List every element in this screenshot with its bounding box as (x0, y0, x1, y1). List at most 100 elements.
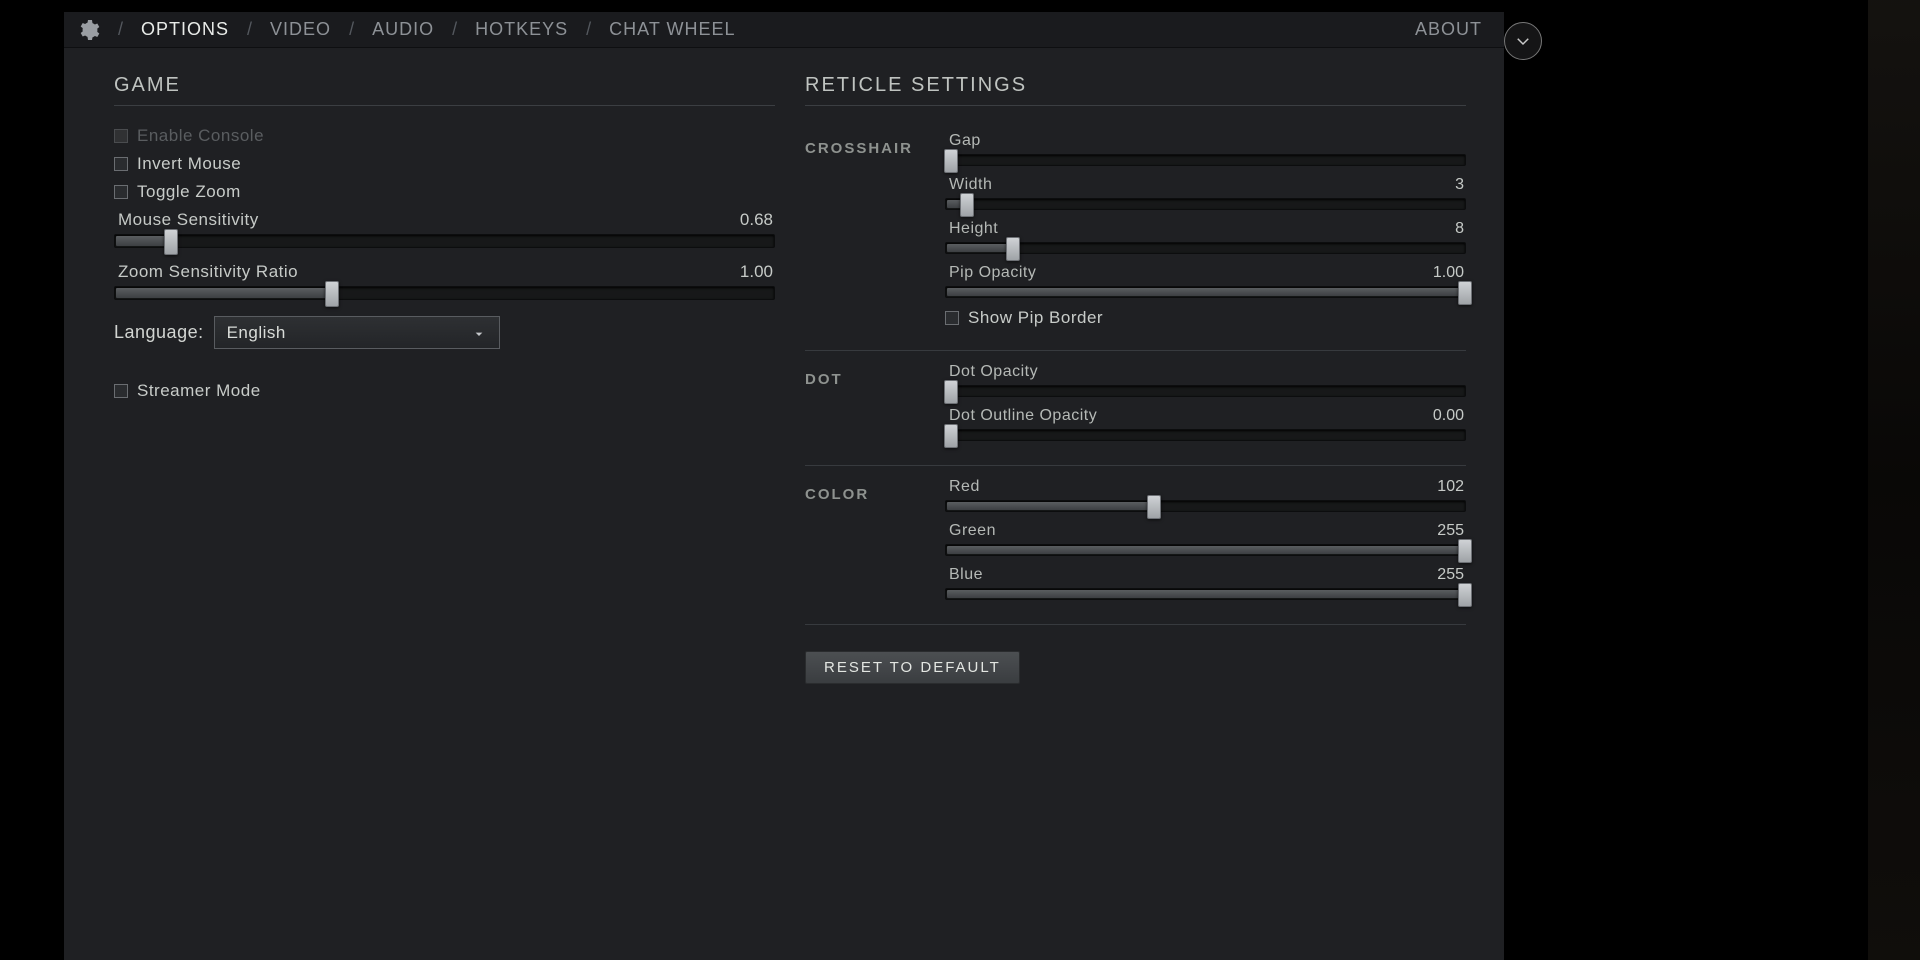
color-group: COLOR Red 102 Green (805, 472, 1466, 625)
tab-video[interactable]: VIDEO (258, 19, 343, 40)
height-slider[interactable]: Height 8 (945, 220, 1466, 254)
slider-value: 0.00 (1433, 407, 1464, 425)
slider-label: Dot Outline Opacity (949, 407, 1097, 425)
background-right-strip (1868, 0, 1920, 960)
tab-about[interactable]: ABOUT (1403, 19, 1494, 40)
reticle-column: RETICLE SETTINGS CROSSHAIR Gap (805, 74, 1466, 684)
show-pip-border-checkbox[interactable]: Show Pip Border (945, 308, 1466, 328)
reticle-section-title: RETICLE SETTINGS (805, 74, 1466, 106)
tab-divider: / (343, 19, 360, 40)
toggle-zoom-checkbox[interactable]: Toggle Zoom (114, 182, 775, 202)
settings-panel: / OPTIONS / VIDEO / AUDIO / HOTKEYS / CH… (64, 12, 1504, 960)
tab-divider: / (241, 19, 258, 40)
slider-thumb[interactable] (1458, 539, 1472, 563)
slider-value: 1.00 (1433, 264, 1464, 282)
checkbox-label: Streamer Mode (137, 381, 261, 401)
slider-track[interactable] (945, 242, 1466, 254)
slider-value: 255 (1437, 522, 1464, 540)
checkbox-label: Invert Mouse (137, 154, 241, 174)
invert-mouse-checkbox[interactable]: Invert Mouse (114, 154, 775, 174)
language-row: Language: English (114, 316, 775, 349)
streamer-mode-checkbox[interactable]: Streamer Mode (114, 381, 775, 401)
slider-track[interactable] (945, 500, 1466, 512)
slider-fill (947, 546, 1466, 554)
content-area: GAME Enable Console Invert Mouse Toggle … (64, 48, 1504, 684)
gap-slider[interactable]: Gap (945, 132, 1466, 166)
slider-label: Blue (949, 566, 983, 584)
top-bar: / OPTIONS / VIDEO / AUDIO / HOTKEYS / CH… (64, 12, 1504, 48)
enable-console-checkbox: Enable Console (114, 126, 775, 146)
pip-opacity-slider[interactable]: Pip Opacity 1.00 (945, 264, 1466, 298)
zoom-sensitivity-slider[interactable]: Zoom Sensitivity Ratio 1.00 (114, 262, 775, 300)
slider-value: 102 (1437, 478, 1464, 496)
slider-thumb[interactable] (1006, 237, 1020, 261)
tab-hotkeys[interactable]: HOTKEYS (463, 19, 580, 40)
slider-fill (947, 502, 1155, 510)
slider-label: Height (949, 220, 998, 238)
language-selected-value: English (227, 323, 286, 343)
group-name: COLOR (805, 486, 945, 503)
slider-track[interactable] (945, 544, 1466, 556)
checkbox-label: Enable Console (137, 126, 264, 146)
group-name: DOT (805, 371, 945, 388)
chevron-down-icon (471, 326, 487, 342)
slider-fill (947, 590, 1466, 598)
slider-thumb[interactable] (1458, 583, 1472, 607)
slider-value: 0.68 (740, 210, 773, 230)
checkbox-icon (114, 157, 128, 171)
slider-label: Dot Opacity (949, 363, 1038, 381)
slider-thumb[interactable] (944, 380, 958, 404)
tab-divider: / (112, 19, 129, 40)
slider-value: 3 (1455, 176, 1464, 194)
slider-thumb[interactable] (1458, 281, 1472, 305)
slider-value: 255 (1437, 566, 1464, 584)
checkbox-icon (945, 311, 959, 325)
tab-audio[interactable]: AUDIO (360, 19, 446, 40)
slider-track[interactable] (945, 198, 1466, 210)
gear-icon (74, 16, 102, 44)
blue-slider[interactable]: Blue 255 (945, 566, 1466, 600)
game-column: GAME Enable Console Invert Mouse Toggle … (114, 74, 775, 684)
slider-label: Gap (949, 132, 981, 150)
slider-fill (116, 288, 333, 298)
slider-track[interactable] (945, 588, 1466, 600)
tab-options[interactable]: OPTIONS (129, 19, 241, 40)
slider-thumb[interactable] (944, 424, 958, 448)
slider-label: Pip Opacity (949, 264, 1036, 282)
checkbox-label: Toggle Zoom (137, 182, 241, 202)
panel-collapse-button[interactable] (1504, 22, 1542, 60)
reset-to-default-button[interactable]: RESET TO DEFAULT (805, 651, 1020, 684)
tab-chat-wheel[interactable]: CHAT WHEEL (597, 19, 747, 40)
green-slider[interactable]: Green 255 (945, 522, 1466, 556)
slider-label: Green (949, 522, 996, 540)
slider-track[interactable] (114, 234, 775, 248)
checkbox-label: Show Pip Border (968, 308, 1103, 328)
slider-thumb[interactable] (1147, 495, 1161, 519)
dot-outline-opacity-slider[interactable]: Dot Outline Opacity 0.00 (945, 407, 1466, 441)
width-slider[interactable]: Width 3 (945, 176, 1466, 210)
slider-label: Mouse Sensitivity (118, 210, 259, 230)
tab-divider: / (446, 19, 463, 40)
slider-track[interactable] (945, 154, 1466, 166)
slider-track[interactable] (945, 429, 1466, 441)
red-slider[interactable]: Red 102 (945, 478, 1466, 512)
slider-track[interactable] (114, 286, 775, 300)
mouse-sensitivity-slider[interactable]: Mouse Sensitivity 0.68 (114, 210, 775, 248)
slider-track[interactable] (945, 286, 1466, 298)
slider-track[interactable] (945, 385, 1466, 397)
slider-thumb[interactable] (960, 193, 974, 217)
slider-thumb[interactable] (164, 229, 178, 255)
game-section-title: GAME (114, 74, 775, 106)
dot-group: DOT Dot Opacity Dot (805, 357, 1466, 466)
tab-bar: / OPTIONS / VIDEO / AUDIO / HOTKEYS / CH… (112, 19, 1403, 40)
crosshair-group: CROSSHAIR Gap Width (805, 126, 1466, 351)
slider-thumb[interactable] (325, 281, 339, 307)
tab-divider: / (580, 19, 597, 40)
slider-fill (947, 244, 1014, 252)
checkbox-icon (114, 185, 128, 199)
slider-thumb[interactable] (944, 149, 958, 173)
language-select[interactable]: English (214, 316, 500, 349)
slider-label: Width (949, 176, 992, 194)
dot-opacity-slider[interactable]: Dot Opacity (945, 363, 1466, 397)
background-left-strip (0, 0, 66, 960)
